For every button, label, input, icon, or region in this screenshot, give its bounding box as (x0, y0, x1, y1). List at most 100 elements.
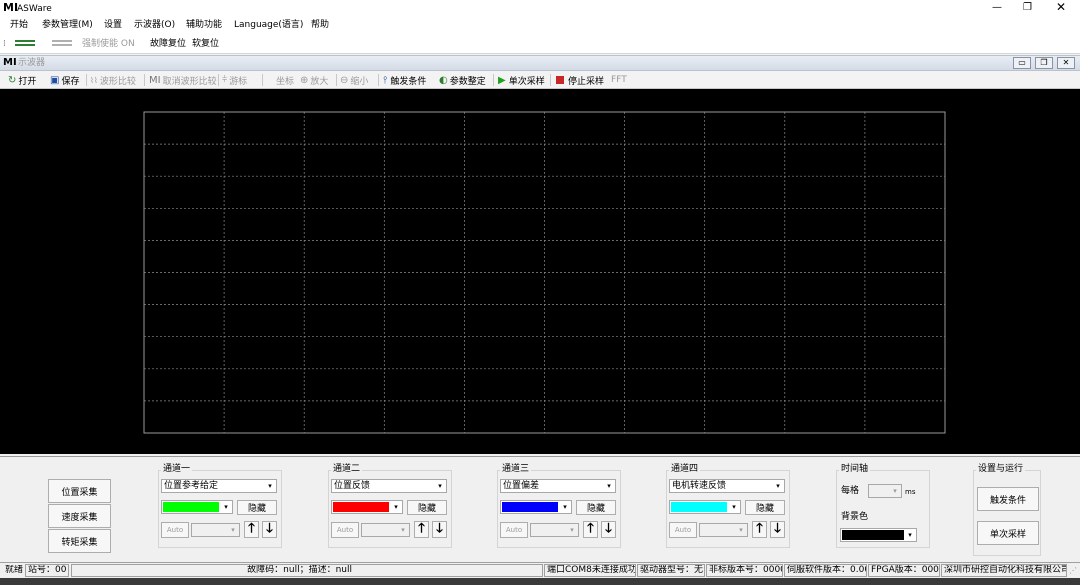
channel-4-hide-button[interactable]: 隐藏 (745, 500, 785, 515)
channel-3-hide-button[interactable]: 隐藏 (576, 500, 616, 515)
menu-item-settings[interactable]: 设置 (104, 19, 122, 31)
status-nonstd-version: 非标版本号：0000 (706, 564, 783, 577)
channel-1-color-select[interactable]: ▾ (161, 500, 233, 514)
channel-2-color-select[interactable]: ▾ (331, 500, 403, 514)
save-button[interactable]: ▣ 保存 (50, 73, 79, 87)
per-div-unit: ms (905, 488, 916, 496)
channel-1-up-button[interactable]: 🡑 (244, 521, 259, 538)
minimize-icon[interactable]: — (992, 2, 1002, 14)
chevron-down-icon: ▾ (607, 482, 611, 490)
channel-2-up-button[interactable]: 🡑 (414, 521, 429, 538)
timebase-label: 时间轴 (839, 464, 871, 475)
channel-4-color-select[interactable]: ▾ (669, 500, 741, 514)
coord-button[interactable]: 坐标 (276, 73, 294, 87)
status-ready: 就绪 (5, 565, 24, 575)
wave-compare-button[interactable]: ⌇⌇ 波形比较 (90, 73, 136, 87)
disconnect-icon[interactable] (52, 40, 72, 46)
zoom-in-icon: ⊕ (300, 74, 309, 86)
cursor-icon: ⫩ (222, 75, 228, 85)
menu-item-oscilloscope[interactable]: 示波器(O) (134, 19, 175, 31)
menu-item-start[interactable]: 开始 (10, 19, 28, 31)
menu-item-tools[interactable]: 辅助功能 (186, 19, 222, 31)
per-div-select[interactable]: ▾ (868, 484, 902, 498)
single-sample-button[interactable]: ▶ 单次采样 (498, 73, 545, 87)
single-sample-panel-button[interactable]: 单次采样 (977, 521, 1039, 545)
close-icon[interactable]: ✕ (1056, 1, 1066, 13)
chevron-down-icon: ▾ (401, 526, 405, 534)
scope-window-titlebar: ⅯⅠ 示波器 ▭ ❐ ✕ (0, 55, 1080, 71)
zoom-out-button[interactable]: ⊖ 缩小 (340, 73, 368, 87)
menu-bar: 开始 参数管理(M) 设置 示波器(O) 辅助功能 Language(语言) 帮… (0, 17, 1080, 34)
scope-toolbar: ↻ 打开 ▣ 保存 ⌇⌇ 波形比较 ⅯⅠ 取消波形比较 ⫩ 游标 坐标 ⊕ 放大 ⊖ 缩小 ⫯… (0, 71, 1080, 89)
cancel-compare-icon: ⅯⅠ (149, 74, 161, 86)
child-close-icon[interactable]: ✕ (1057, 57, 1075, 69)
channel-2-down-button[interactable]: 🡓 (432, 521, 447, 538)
channel-4-scale-select[interactable]: ▾ (699, 523, 748, 537)
channel-1-down-button[interactable]: 🡓 (262, 521, 277, 538)
chevron-down-icon: ▾ (732, 503, 736, 511)
toolbar-grip-icon: ⁞ (3, 39, 6, 49)
cancel-compare-button[interactable]: ⅯⅠ 取消波形比较 (149, 73, 217, 87)
fault-reset-button[interactable]: 故障复位 (150, 38, 186, 50)
chevron-down-icon: ▾ (893, 487, 897, 495)
main-toolbar: ⁞ 强制使能 ON 故障复位 软复位 (0, 34, 1080, 54)
channel-4-color-swatch (671, 502, 727, 512)
zoom-out-icon: ⊖ (340, 74, 349, 86)
channel-3-signal-select[interactable]: 位置偏差 ▾ (500, 479, 616, 493)
channel-1-hide-button[interactable]: 隐藏 (237, 500, 277, 515)
chevron-down-icon: ▾ (776, 482, 780, 490)
stop-sample-button[interactable]: 停止采样 (556, 73, 604, 87)
channel-4-auto-button[interactable]: Auto (669, 522, 697, 538)
scope-grid (143, 111, 946, 434)
oscilloscope-display[interactable] (0, 89, 1080, 454)
menu-item-params[interactable]: 参数管理(M) (42, 19, 93, 31)
channel-1-auto-button[interactable]: Auto (161, 522, 189, 538)
channel-4-up-button[interactable]: 🡑 (752, 521, 767, 538)
fft-button[interactable]: FFT (611, 73, 627, 87)
channel-3-color-select[interactable]: ▾ (500, 500, 572, 514)
trigger-condition-panel-button[interactable]: 触发条件 (977, 487, 1039, 511)
channel-4-down-button[interactable]: 🡓 (770, 521, 785, 538)
child-minimize-icon[interactable]: ▭ (1013, 57, 1031, 69)
cursor-button[interactable]: ⫩ 游标 (222, 73, 247, 87)
chevron-down-icon: ▾ (563, 503, 567, 511)
toolbar-separator (378, 74, 379, 86)
trigger-condition-button[interactable]: ⫯ 触发条件 (383, 73, 426, 87)
menu-item-help[interactable]: 帮助 (311, 19, 329, 31)
channel-3-up-button[interactable]: 🡑 (583, 521, 598, 538)
connect-icon[interactable] (15, 40, 35, 46)
scope-window-icon: ⅯⅠ (3, 57, 17, 68)
channel-1-signal-select[interactable]: 位置参考给定 ▾ (161, 479, 277, 493)
channel-2-hide-button[interactable]: 隐藏 (407, 500, 447, 515)
speed-collect-button[interactable]: 速度采集 (48, 504, 111, 528)
toolbar-separator (550, 74, 551, 86)
channel-3-down-button[interactable]: 🡓 (601, 521, 616, 538)
channel-2-auto-button[interactable]: Auto (331, 522, 359, 538)
torque-collect-button[interactable]: 转矩采集 (48, 529, 111, 553)
chevron-down-icon: ▾ (908, 531, 912, 539)
param-tune-button[interactable]: ◐ 参数整定 (439, 73, 486, 87)
channel-3-auto-button[interactable]: Auto (500, 522, 528, 538)
resize-grip-icon[interactable]: ⋰ (1069, 565, 1077, 577)
channel-3-scale-select[interactable]: ▾ (530, 523, 579, 537)
channel-1-scale-select[interactable]: ▾ (191, 523, 240, 537)
position-collect-button[interactable]: 位置采集 (48, 479, 111, 503)
soft-reset-button[interactable]: 软复位 (192, 38, 219, 50)
child-restore-icon[interactable]: ❐ (1035, 57, 1053, 69)
taskbar-strip (0, 578, 1080, 585)
channel-2-scale-select[interactable]: ▾ (361, 523, 410, 537)
bg-color-select[interactable]: ▾ (840, 528, 917, 542)
status-company: 深圳市研控自动化科技有限公司 (941, 564, 1067, 577)
app-logo-icon: ⅯⅠ (3, 1, 19, 14)
status-drive-model: 驱动器型号：无 (637, 564, 705, 577)
restore-icon[interactable]: ❐ (1023, 2, 1032, 14)
zoom-in-button[interactable]: ⊕ 放大 (300, 73, 328, 87)
open-icon: ↻ (8, 74, 17, 86)
play-icon: ▶ (498, 74, 506, 86)
channel-4-signal-select[interactable]: 电机转速反馈 ▾ (669, 479, 785, 493)
menu-item-language[interactable]: Language(语言) (234, 19, 303, 31)
channel-2-signal-select[interactable]: 位置反馈 ▾ (331, 479, 447, 493)
force-enable-button[interactable]: 强制使能 ON (82, 38, 135, 50)
run-label: 设置与运行 (976, 464, 1026, 475)
open-button[interactable]: ↻ 打开 (8, 73, 36, 87)
